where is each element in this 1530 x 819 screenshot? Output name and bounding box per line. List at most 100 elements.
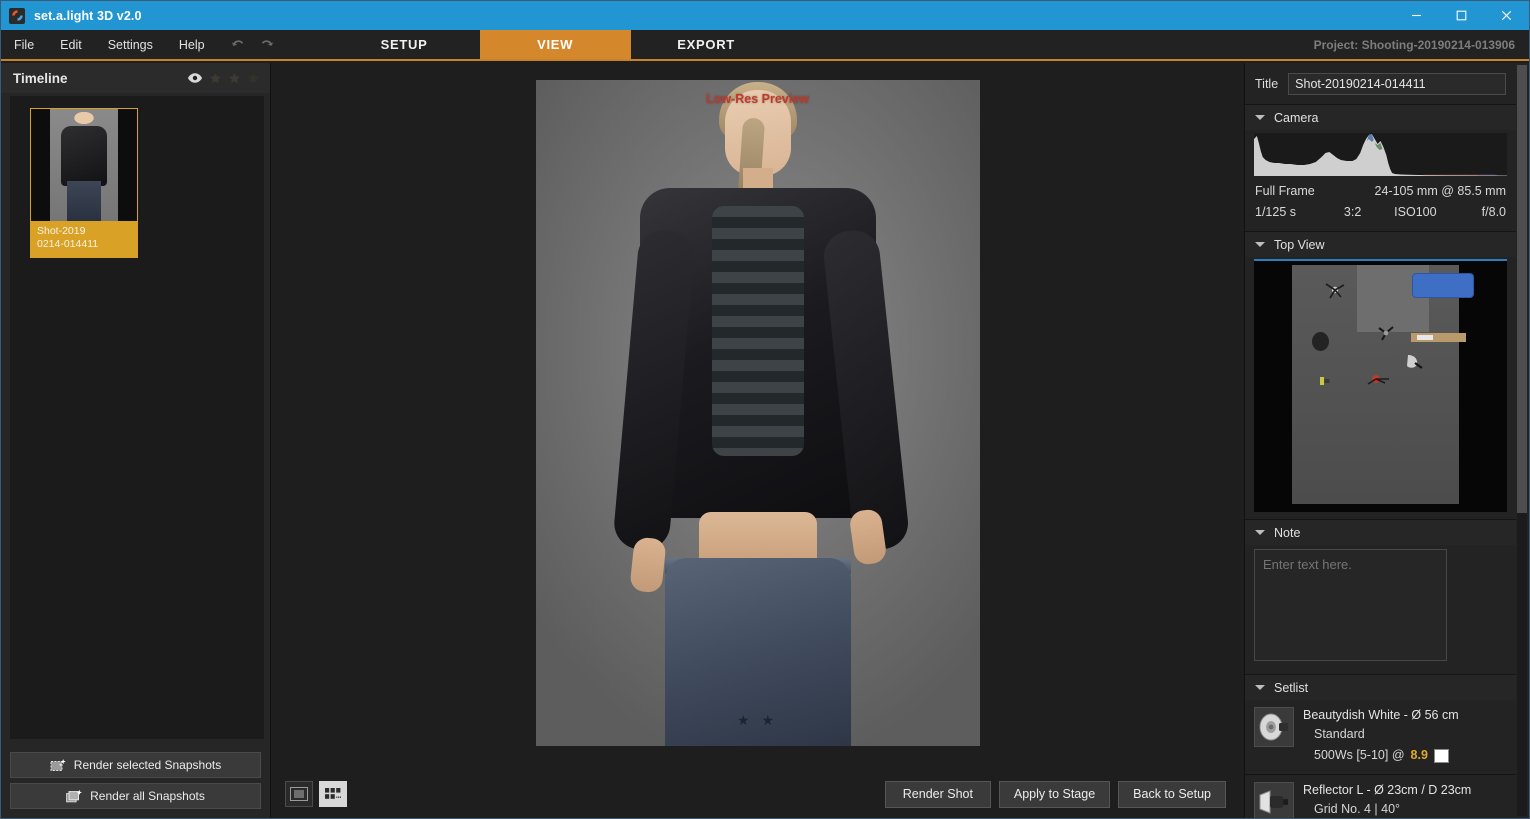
camera-exposure-row: 1/125 s 3:2 ISO100 f/8.0: [1255, 202, 1506, 223]
setlist-item-power-label: 500Ws [5-10] @: [1314, 748, 1405, 762]
close-button[interactable]: [1484, 1, 1529, 30]
eye-icon[interactable]: [187, 72, 203, 84]
reflector-icon: [1254, 782, 1294, 818]
top-view-light-4-icon[interactable]: [1367, 373, 1391, 387]
inspector-panel: Title Camera: [1244, 63, 1529, 818]
timeline-snapshot-list[interactable]: Shot-2019 0214-014411: [10, 96, 264, 739]
grid-view-mode-button[interactable]: [319, 781, 347, 807]
setlist-section-header[interactable]: Setlist: [1245, 675, 1516, 700]
star-filter-3-icon[interactable]: [247, 72, 260, 85]
top-view-light-2-icon[interactable]: [1377, 325, 1395, 341]
window-controls: [1394, 1, 1529, 30]
undo-icon[interactable]: [226, 33, 250, 57]
render-shot-button[interactable]: Render Shot: [884, 780, 991, 808]
setlist-item-power-value: 8.9: [1410, 748, 1428, 762]
top-view-light-5-icon[interactable]: [1318, 374, 1332, 388]
menu-item-file[interactable]: File: [1, 30, 47, 59]
note-section: Note: [1245, 519, 1516, 674]
timeline-panel: Timeline Shot-2019 0214-014411 Render se…: [1, 63, 271, 818]
inspector-scrollbar[interactable]: [1517, 65, 1527, 816]
list-item[interactable]: Reflector L - Ø 23cm / D 23cm Grid No. 4…: [1245, 775, 1516, 818]
camera-sensor: Full Frame: [1255, 184, 1315, 198]
camera-sensor-row: Full Frame 24-105 mm @ 85.5 mm: [1255, 181, 1506, 202]
camera-aperture: f/8.0: [1481, 205, 1506, 219]
note-textarea[interactable]: [1254, 549, 1447, 661]
apply-to-stage-button[interactable]: Apply to Stage: [998, 780, 1111, 808]
app-logo-icon: [9, 7, 25, 24]
star-filter-1-icon[interactable]: [209, 72, 222, 85]
timeline-filter-icons: [187, 72, 260, 85]
setlist-item-color-swatch[interactable]: [1433, 748, 1449, 763]
render-all-snapshots-button[interactable]: Render all Snapshots: [10, 783, 261, 809]
top-view-section: Top View: [1245, 231, 1516, 512]
rendered-model-figure: [535, 79, 980, 746]
chevron-down-icon: [1255, 115, 1265, 120]
tab-view[interactable]: VIEW: [479, 30, 631, 59]
maximize-button[interactable]: [1439, 1, 1484, 30]
grid-pane-icon: [324, 787, 342, 801]
render-selected-snapshots-button[interactable]: Render selected Snapshots: [10, 752, 261, 778]
tab-export[interactable]: EXPORT: [631, 30, 782, 59]
setlist-section: Setlist Beautydish White - Ø 56 cm Stand…: [1245, 674, 1516, 818]
camera-section-header[interactable]: Camera: [1245, 105, 1516, 130]
top-view-light-1-icon[interactable]: [1324, 281, 1346, 299]
application-window: set.a.light 3D v2.0 File Edit Settings H…: [0, 0, 1530, 819]
render-selected-label: Render selected Snapshots: [73, 758, 222, 772]
title-input[interactable]: [1288, 73, 1506, 95]
view-mode-group: [285, 781, 347, 807]
title-label: Title: [1255, 77, 1279, 91]
viewer-panel: Low-Res Preview ★ ★ Render Shot Apply to…: [271, 63, 1244, 818]
snapshot-label-line1: Shot-2019: [37, 225, 86, 237]
single-view-mode-button[interactable]: [285, 781, 313, 807]
inspector-scrollbar-thumb[interactable]: [1517, 65, 1527, 513]
list-item[interactable]: Shot-2019 0214-014411: [30, 108, 138, 258]
title-row: Title: [1245, 63, 1516, 104]
star-filter-2-icon[interactable]: [228, 72, 241, 85]
render-selected-icon: [50, 758, 67, 773]
menu-item-settings[interactable]: Settings: [95, 30, 166, 59]
top-view-section-header[interactable]: Top View: [1245, 232, 1516, 257]
camera-section-title: Camera: [1274, 110, 1319, 125]
render-all-icon: [66, 789, 83, 804]
timeline-footer: Render selected Snapshots Render all Sna…: [1, 742, 270, 818]
camera-lens: 24-105 mm @ 85.5 mm: [1374, 184, 1506, 198]
viewer-actions: Render Shot Apply to Stage Back to Setup: [884, 780, 1226, 808]
setlist-item-sub: Grid No. 4 | 40°: [1314, 802, 1401, 816]
back-to-setup-button[interactable]: Back to Setup: [1118, 780, 1226, 808]
camera-aspect: 3:2: [1343, 205, 1362, 219]
top-view-table: [1411, 333, 1466, 342]
title-bar: set.a.light 3D v2.0: [1, 1, 1529, 30]
snapshot-label-line2: 0214-014411: [37, 238, 99, 250]
redo-icon[interactable]: [255, 33, 279, 57]
top-view-map[interactable]: [1254, 259, 1507, 512]
menu-item-edit[interactable]: Edit: [47, 30, 95, 59]
minimize-button[interactable]: [1394, 1, 1439, 30]
preview-rating-stars[interactable]: ★ ★: [536, 712, 980, 729]
top-view-light-3-icon[interactable]: [1404, 353, 1424, 371]
list-item[interactable]: Beautydish White - Ø 56 cm Standard 500W…: [1245, 700, 1516, 775]
app-title: set.a.light 3D v2.0: [34, 8, 142, 23]
setlist-item-power: 500Ws [5-10] @ 8.9: [1303, 745, 1507, 766]
preview-image[interactable]: Low-Res Preview ★ ★: [535, 79, 980, 746]
timeline-title: Timeline: [13, 70, 68, 86]
chevron-down-icon: [1255, 242, 1265, 247]
viewer-stage[interactable]: Low-Res Preview ★ ★: [271, 63, 1244, 770]
inspector-scroll-content: Title Camera: [1245, 63, 1516, 818]
setlist-item-text: Beautydish White - Ø 56 cm Standard 500W…: [1303, 707, 1507, 766]
main-body: Timeline Shot-2019 0214-014411 Render se…: [1, 63, 1529, 818]
note-section-header[interactable]: Note: [1245, 520, 1516, 545]
camera-section: Camera Full Frame 24-105 mm @ 85.5 mm 1/…: [1245, 104, 1516, 231]
camera-histogram: [1254, 133, 1507, 176]
note-section-title: Note: [1274, 525, 1301, 540]
tab-setup[interactable]: SETUP: [329, 30, 480, 59]
menu-bar: File Edit Settings Help SETUP VIEW EXPOR…: [1, 30, 1529, 61]
top-view-object: [1312, 332, 1329, 351]
chevron-down-icon: [1255, 685, 1265, 690]
setlist-section-title: Setlist: [1274, 680, 1309, 695]
timeline-header: Timeline: [1, 63, 270, 93]
render-all-label: Render all Snapshots: [90, 789, 205, 803]
viewer-footer: Render Shot Apply to Stage Back to Setup: [271, 770, 1244, 818]
camera-iso: ISO100: [1394, 205, 1437, 219]
beautydish-icon: [1254, 707, 1294, 747]
menu-item-help[interactable]: Help: [166, 30, 218, 59]
